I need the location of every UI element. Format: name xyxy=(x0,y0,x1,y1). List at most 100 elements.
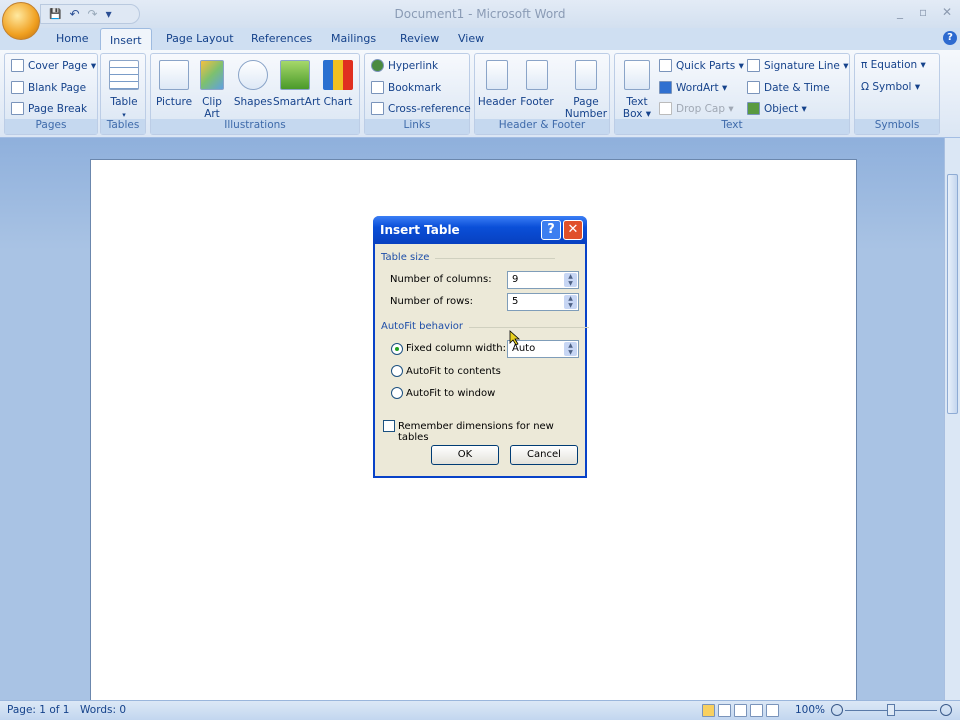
header-button[interactable]: Header xyxy=(477,60,517,108)
shapes-button[interactable]: Shapes xyxy=(233,60,273,108)
table-icon xyxy=(109,60,139,90)
cover-page-icon xyxy=(11,59,24,72)
zoom-slider-thumb[interactable] xyxy=(887,704,895,716)
smartart-icon xyxy=(280,60,310,90)
clip-art-button[interactable]: Clip Art xyxy=(197,60,227,120)
page-break-button[interactable]: Page Break xyxy=(11,102,87,115)
tab-insert[interactable]: Insert xyxy=(100,28,152,51)
symbol-button[interactable]: Ω Symbol ▾ xyxy=(861,81,920,93)
tab-references[interactable]: References xyxy=(251,32,312,45)
zoom-in-icon[interactable] xyxy=(940,704,952,716)
word-count[interactable]: Words: 0 xyxy=(80,704,126,716)
quick-access-toolbar: 💾 ↶ ↷ ▾ xyxy=(40,4,140,24)
object-button[interactable]: Object ▾ xyxy=(747,102,807,115)
undo-icon[interactable]: ↶ xyxy=(69,7,79,21)
group-illustrations: Picture Clip Art Shapes SmartArt Chart I… xyxy=(150,53,360,135)
minimize-button[interactable]: _ xyxy=(897,5,903,19)
draft-icon[interactable] xyxy=(766,704,779,717)
spinner-arrows-icon[interactable]: ▲ ▼ xyxy=(564,295,577,309)
blank-page-icon xyxy=(11,81,24,94)
page-break-icon xyxy=(11,102,24,115)
group-label-header-footer: Header & Footer xyxy=(475,119,609,134)
tab-view[interactable]: View xyxy=(458,32,484,45)
remember-checkbox[interactable] xyxy=(383,420,395,432)
text-box-icon xyxy=(624,60,650,90)
wordart-icon xyxy=(659,81,672,94)
group-tables: Table ▾ Tables xyxy=(100,53,146,135)
footer-button[interactable]: Footer xyxy=(517,60,557,108)
status-bar: Page: 1 of 1 Words: 0 100% xyxy=(0,700,960,720)
table-size-section: Table size xyxy=(381,252,558,263)
equation-button[interactable]: π Equation ▾ xyxy=(861,59,926,71)
zoom-out-icon[interactable] xyxy=(831,704,843,716)
group-text: Text Box ▾ Quick Parts ▾ WordArt ▾ Drop … xyxy=(614,53,850,135)
autofit-window-label: AutoFit to window xyxy=(406,388,496,399)
date-time-icon xyxy=(747,81,760,94)
hyperlink-icon xyxy=(371,59,384,72)
close-button[interactable]: ✕ xyxy=(942,5,952,19)
full-screen-reading-icon[interactable] xyxy=(718,704,731,717)
chart-button[interactable]: Chart xyxy=(321,60,355,108)
scrollbar-thumb[interactable] xyxy=(947,174,958,414)
text-box-button[interactable]: Text Box ▾ xyxy=(619,60,655,120)
cross-reference-button[interactable]: Cross-reference xyxy=(371,102,471,115)
outline-icon[interactable] xyxy=(750,704,763,717)
group-header-footer: Header Footer Page Number ▾ Header & Foo… xyxy=(474,53,610,135)
customize-qat-icon[interactable]: ▾ xyxy=(106,7,112,21)
vertical-scrollbar[interactable] xyxy=(944,138,960,700)
view-buttons xyxy=(702,704,786,717)
wordart-button[interactable]: WordArt ▾ xyxy=(659,81,727,94)
dialog-help-button[interactable]: ? xyxy=(541,220,561,240)
header-icon xyxy=(486,60,508,90)
rows-label: Number of rows: xyxy=(390,296,473,307)
cover-page-button[interactable]: Cover Page ▾ xyxy=(11,59,96,72)
group-label-symbols: Symbols xyxy=(855,119,939,134)
spinner-arrows-icon[interactable]: ▲ ▼ xyxy=(564,342,577,356)
restore-button[interactable]: ▫ xyxy=(919,5,927,19)
chart-icon xyxy=(323,60,353,90)
remember-label: Remember dimensions for new tables xyxy=(398,421,554,443)
drop-cap-icon xyxy=(659,102,672,115)
autofit-contents-radio[interactable] xyxy=(391,365,403,377)
drop-cap-button[interactable]: Drop Cap ▾ xyxy=(659,102,734,115)
cancel-button[interactable]: Cancel xyxy=(510,445,578,465)
help-icon[interactable]: ? xyxy=(943,31,957,45)
print-layout-icon[interactable] xyxy=(702,704,715,717)
tab-mailings[interactable]: Mailings xyxy=(331,32,376,45)
web-layout-icon[interactable] xyxy=(734,704,747,717)
smartart-button[interactable]: SmartArt xyxy=(273,60,320,108)
columns-spinner[interactable]: 9 ▲ ▼ xyxy=(507,271,579,289)
table-button[interactable]: Table ▾ xyxy=(107,60,141,121)
zoom-level[interactable]: 100% xyxy=(795,704,825,716)
dialog-close-button[interactable]: ✕ xyxy=(563,220,583,240)
tab-page-layout[interactable]: Page Layout xyxy=(166,32,234,45)
redo-icon[interactable]: ↷ xyxy=(88,7,98,21)
bookmark-button[interactable]: Bookmark xyxy=(371,81,441,94)
cross-reference-icon xyxy=(371,102,384,115)
clip-art-icon xyxy=(200,60,224,90)
spinner-arrows-icon[interactable]: ▲ ▼ xyxy=(564,273,577,287)
shapes-icon xyxy=(238,60,268,90)
bookmark-icon xyxy=(371,81,384,94)
autofit-window-radio[interactable] xyxy=(391,387,403,399)
blank-page-button[interactable]: Blank Page xyxy=(11,81,86,94)
tab-home[interactable]: Home xyxy=(56,32,88,45)
fixed-width-radio[interactable] xyxy=(391,343,403,355)
title-bar: Document1 - Microsoft Word _ ▫ ✕ xyxy=(0,0,960,28)
autofit-section: AutoFit behavior xyxy=(381,321,590,332)
hyperlink-button[interactable]: Hyperlink xyxy=(371,59,438,72)
date-time-button[interactable]: Date & Time xyxy=(747,81,830,94)
office-button[interactable] xyxy=(2,2,40,40)
dialog-title: Insert Table xyxy=(380,223,460,237)
save-icon[interactable]: 💾 xyxy=(49,9,61,20)
object-icon xyxy=(747,102,760,115)
ok-button[interactable]: OK xyxy=(431,445,499,465)
quick-parts-button[interactable]: Quick Parts ▾ xyxy=(659,59,744,72)
page-count[interactable]: Page: 1 of 1 xyxy=(7,704,69,716)
picture-button[interactable]: Picture xyxy=(155,60,193,108)
group-label-text: Text xyxy=(615,119,849,134)
rows-spinner[interactable]: 5 ▲ ▼ xyxy=(507,293,579,311)
tab-review[interactable]: Review xyxy=(400,32,439,45)
signature-line-button[interactable]: Signature Line ▾ xyxy=(747,59,848,72)
ribbon-tabs: Home Insert Page Layout References Maili… xyxy=(0,28,960,51)
